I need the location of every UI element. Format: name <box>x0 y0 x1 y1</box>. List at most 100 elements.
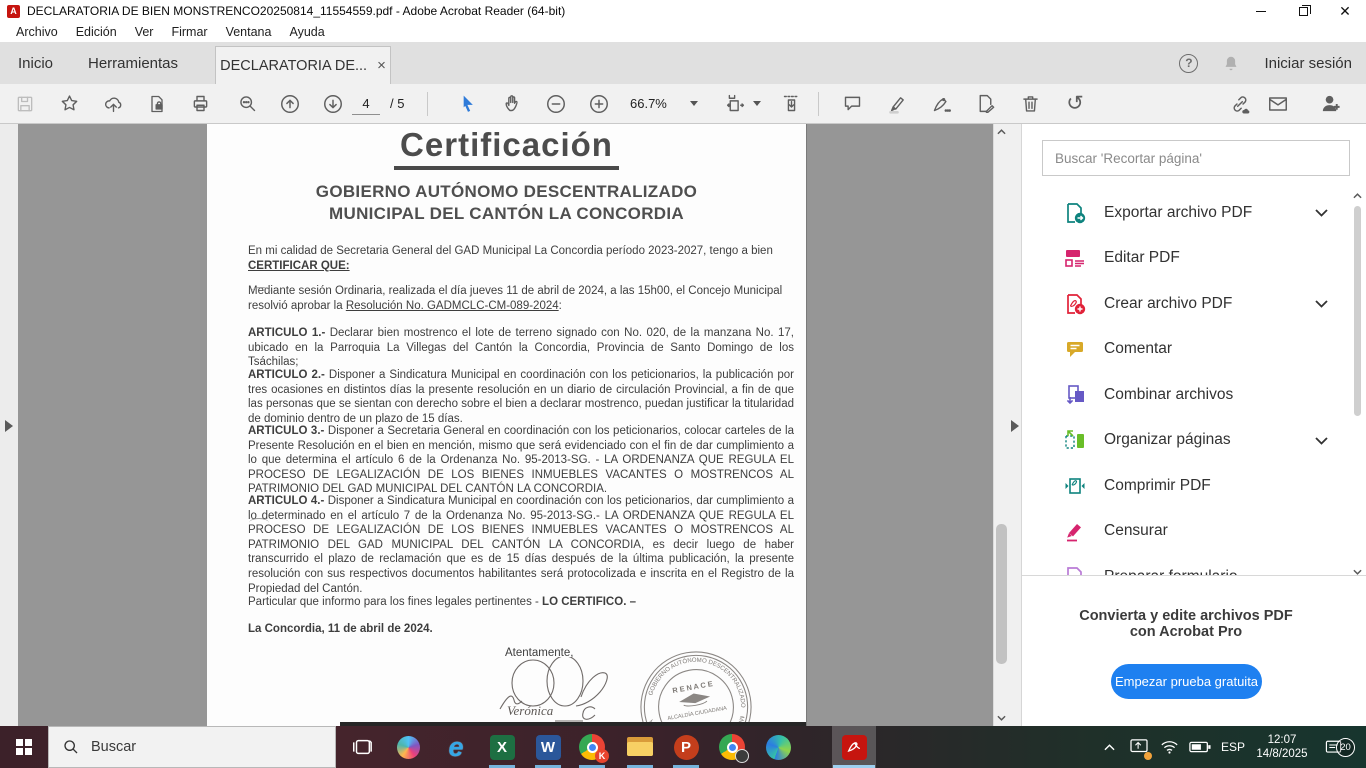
highlight-button[interactable] <box>878 84 916 123</box>
official-stamp: GOBIERNO AUTÓNOMO DESCENTRALIZADO MUNICI… <box>637 648 755 726</box>
tray-network-button[interactable] <box>1154 726 1184 768</box>
clock[interactable]: 12:07 14/8/2025 <box>1250 726 1314 768</box>
menu-edicion[interactable]: Edición <box>76 25 117 39</box>
document-scrollbar[interactable] <box>993 124 1008 726</box>
tools-search-input[interactable] <box>1042 140 1350 176</box>
menu-ventana[interactable]: Ventana <box>226 25 272 39</box>
zoom-dropdown-icon[interactable] <box>690 101 698 106</box>
tool-create-pdf[interactable]: Crear archivo PDF <box>1022 281 1350 327</box>
start-button[interactable] <box>0 726 48 768</box>
tool-prepare-form[interactable]: Preparar formulario <box>1022 554 1350 575</box>
tray-expand-button[interactable] <box>1094 726 1124 768</box>
task-view-button[interactable] <box>340 726 384 768</box>
right-panel-expand-icon[interactable] <box>1011 420 1019 432</box>
help-icon[interactable]: ? <box>1179 54 1198 73</box>
powerpoint-button[interactable]: P <box>664 726 708 768</box>
chevron-down-icon[interactable] <box>1315 300 1328 308</box>
chevron-down-icon[interactable] <box>1315 209 1328 217</box>
fill-sign-button[interactable] <box>966 84 1004 123</box>
promo-text-line1: Convierta y edite archivos PDF <box>1022 608 1350 624</box>
tray-battery-button[interactable] <box>1184 726 1216 768</box>
word-button[interactable]: W <box>526 726 570 768</box>
zoom-in-button[interactable] <box>580 84 618 123</box>
file-explorer-button[interactable] <box>618 726 662 768</box>
tool-redact[interactable]: Censurar <box>1022 509 1350 555</box>
left-panel-expand-icon[interactable] <box>5 420 13 432</box>
tab-close-icon[interactable]: × <box>377 57 386 74</box>
sign-button[interactable] <box>922 84 960 123</box>
internet-explorer-button[interactable]: e <box>434 726 478 768</box>
chrome-profile-button[interactable] <box>710 726 754 768</box>
sign-in-button[interactable]: Iniciar sesión <box>1264 55 1352 72</box>
find-button[interactable] <box>228 84 266 123</box>
close-button[interactable]: ✕ <box>1324 0 1366 22</box>
tools-panel: Exportar archivo PDF Editar PDF Crear ar… <box>1022 124 1366 726</box>
fit-dropdown-icon[interactable] <box>753 101 761 106</box>
tool-export-pdf[interactable]: Exportar archivo PDF <box>1022 190 1350 236</box>
previous-page-button[interactable] <box>271 84 309 123</box>
share-document-button[interactable] <box>94 84 132 123</box>
tool-organize-pages[interactable]: Organizar páginas <box>1022 418 1350 464</box>
scrolling-mode-button[interactable] <box>772 84 810 123</box>
scrollbar-thumb[interactable] <box>1354 206 1361 416</box>
chevron-down-icon[interactable] <box>1315 437 1328 445</box>
excel-button[interactable]: X <box>480 726 524 768</box>
taskbar-search[interactable] <box>48 726 336 768</box>
menu-ayuda[interactable]: Ayuda <box>289 25 324 39</box>
svg-text:Verónica: Verónica <box>507 703 554 718</box>
chrome-k-button[interactable]: K <box>570 726 614 768</box>
notification-center-button[interactable]: 20 <box>1314 726 1366 768</box>
right-panel-strip[interactable] <box>1008 124 1022 726</box>
acrobat-taskbar-button[interactable] <box>832 726 876 768</box>
favorites-button[interactable] <box>50 84 88 123</box>
scroll-up-icon[interactable] <box>997 129 1006 135</box>
menu-archivo[interactable]: Archivo <box>16 25 58 39</box>
edge-button[interactable] <box>756 726 800 768</box>
copilot-button[interactable] <box>386 726 430 768</box>
print-button[interactable] <box>181 84 219 123</box>
doc-article-3: ARTICULO 3.- Disponer a Secretaria Gener… <box>248 424 794 497</box>
taskbar-search-input[interactable] <box>91 739 291 755</box>
restore-button[interactable] <box>1282 0 1324 22</box>
zoom-level-value[interactable]: 66.7% <box>630 96 667 111</box>
scroll-down-icon[interactable] <box>997 715 1006 721</box>
rotate-page-button[interactable]: ↺ <box>1056 84 1094 123</box>
tool-compress-pdf[interactable]: Comprimir PDF <box>1022 463 1350 509</box>
save-button[interactable] <box>6 84 44 123</box>
hand-tool-button[interactable] <box>493 84 531 123</box>
protected-mode-button[interactable] <box>138 84 176 123</box>
tab-document[interactable]: DECLARATORIA DE... × <box>215 46 391 84</box>
search-icon <box>237 93 258 114</box>
tray-sync-button[interactable] <box>1124 726 1154 768</box>
left-navigation-strip[interactable] <box>0 124 18 726</box>
rotate-icon: ↺ <box>1066 93 1084 114</box>
share-link-button[interactable] <box>1221 84 1259 123</box>
pdf-page[interactable]: Certificación GOBIERNO AUTÓNOMO DESCENTR… <box>207 124 807 726</box>
next-page-button[interactable] <box>314 84 352 123</box>
select-tool-button[interactable] <box>448 84 486 123</box>
tools-panel-scrollbar[interactable] <box>1350 190 1366 578</box>
page-number-input[interactable] <box>352 92 380 115</box>
scroll-up-icon[interactable] <box>1353 193 1362 199</box>
delete-button[interactable] <box>1011 84 1049 123</box>
doc-org-line2: MUNICIPAL DEL CANTÓN LA CONCORDIA <box>207 204 806 224</box>
add-person-button[interactable] <box>1311 84 1349 123</box>
tool-edit-pdf[interactable]: Editar PDF <box>1022 236 1350 282</box>
menu-firmar[interactable]: Firmar <box>171 25 207 39</box>
tab-herramientas[interactable]: Herramientas <box>88 42 178 84</box>
add-comment-button[interactable] <box>833 84 871 123</box>
language-indicator[interactable]: ESP <box>1216 726 1250 768</box>
scrollbar-thumb[interactable] <box>996 524 1007 664</box>
system-tray: ESP 12:07 14/8/2025 20 <box>1094 726 1366 768</box>
menu-ver[interactable]: Ver <box>135 25 154 39</box>
bell-icon[interactable] <box>1222 54 1240 73</box>
zoom-out-button[interactable] <box>537 84 575 123</box>
send-email-button[interactable] <box>1259 84 1297 123</box>
tool-combine-files[interactable]: Combinar archivos <box>1022 372 1350 418</box>
copilot-icon <box>397 736 420 759</box>
start-free-trial-button[interactable]: Empezar prueba gratuita <box>1111 664 1262 699</box>
tool-comment[interactable]: Comentar <box>1022 327 1350 373</box>
fit-width-button[interactable] <box>716 84 754 123</box>
tab-inicio[interactable]: Inicio <box>18 42 53 84</box>
minimize-button[interactable] <box>1240 0 1282 22</box>
